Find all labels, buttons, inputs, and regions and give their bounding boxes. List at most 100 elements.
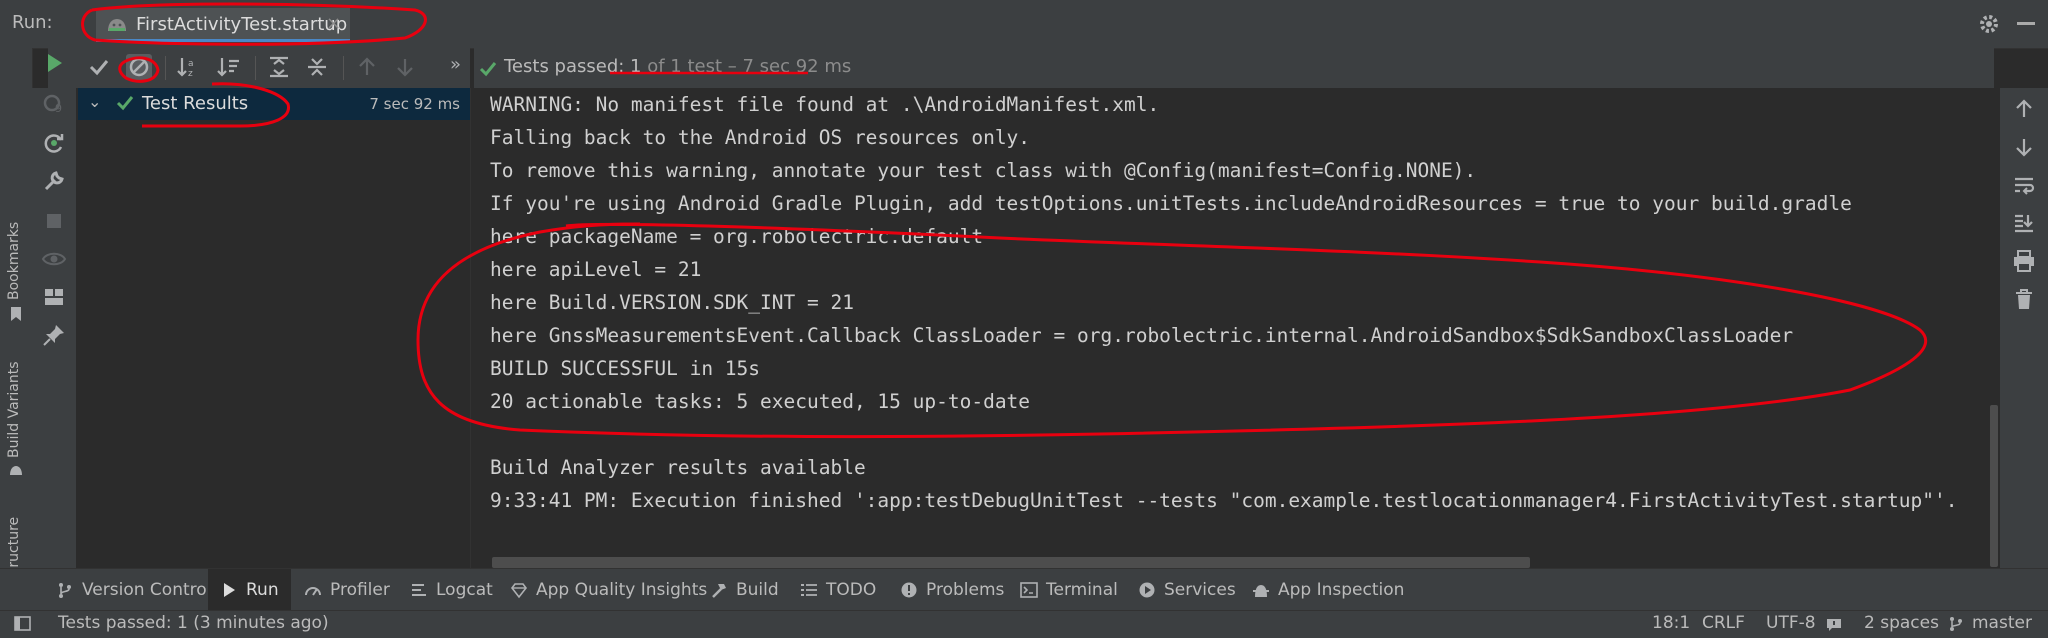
tab-version-control[interactable]: Version Control	[48, 569, 219, 611]
console-line: here apiLevel = 21	[490, 258, 702, 281]
list-icon	[410, 581, 428, 599]
more-actions-icon[interactable]: »	[450, 54, 461, 75]
next-failed-test-icon[interactable]	[392, 54, 418, 80]
tab-profiler[interactable]: Profiler	[298, 569, 396, 611]
warning-circle-icon	[900, 581, 918, 599]
caret-position[interactable]: 18:1	[1652, 613, 1690, 633]
android-icon	[9, 462, 23, 476]
test-results-node[interactable]: ⌄ Test Results 7 sec 92 ms	[78, 88, 470, 120]
line-separator[interactable]: CRLF	[1702, 613, 1745, 633]
branch-icon	[1948, 616, 1964, 632]
toggle-auto-test-icon[interactable]	[41, 130, 67, 156]
passed-check-icon	[478, 59, 498, 79]
build-variants-tab[interactable]: Build Variants	[6, 361, 22, 458]
tests-passed-detail: of 1 test – 7 sec 92 ms	[641, 56, 852, 77]
tab-label: Logcat	[436, 580, 493, 600]
bookmarks-tab[interactable]: Bookmarks	[6, 222, 22, 300]
console-output[interactable]: WARNING: No manifest file found at .\And…	[472, 88, 1990, 568]
console-line: To remove this warning, annotate your te…	[490, 159, 1477, 182]
tab-terminal[interactable]: Terminal	[1014, 569, 1124, 611]
android-studio-run-window: Run: FirstActivityTest.startup × Bookmar…	[0, 0, 2048, 638]
svg-text:z: z	[188, 69, 193, 79]
test-runner-toolbar: az »	[48, 48, 470, 88]
tab-label: Terminal	[1046, 580, 1118, 600]
gauge-icon	[304, 581, 322, 599]
hammer-icon	[710, 581, 728, 599]
play-icon	[220, 581, 238, 599]
tab-app-quality-insights[interactable]: App Quality Insights	[504, 569, 713, 611]
tests-passed-count: 1	[630, 56, 642, 77]
gear-icon[interactable]	[1977, 12, 2001, 36]
rerun-failed-icon[interactable]: 9	[41, 90, 67, 116]
run-tool-window-header: Run: FirstActivityTest.startup ×	[0, 0, 2048, 49]
tests-passed-prefix: Tests passed:	[504, 56, 631, 77]
minimize-icon[interactable]	[2017, 22, 2035, 25]
eye-icon[interactable]	[41, 246, 67, 272]
console-line: 9:33:41 PM: Execution finished ':app:tes…	[490, 489, 1958, 512]
tab-label: TODO	[826, 580, 877, 600]
tool-window-bar: Version Control Run Profiler Logcat App …	[0, 568, 2048, 611]
passed-check-icon	[116, 94, 134, 112]
tab-logcat[interactable]: Logcat	[404, 569, 499, 611]
console-line: WARNING: No manifest file found at .\And…	[490, 93, 1160, 116]
sort-by-duration-icon[interactable]	[216, 54, 242, 80]
console-actions-column	[2000, 88, 2048, 568]
run-configuration-tab[interactable]: FirstActivityTest.startup ×	[96, 8, 350, 42]
expand-all-icon[interactable]	[266, 54, 292, 80]
console-line: If you're using Android Gradle Plugin, a…	[490, 192, 1852, 215]
status-bar: Tests passed: 1 (3 minutes ago) 18:1 CRL…	[0, 610, 2048, 638]
tab-label: Version Control	[82, 580, 212, 600]
left-tool-strip: Bookmarks Build Variants Structure	[0, 48, 33, 602]
scroll-to-end-icon[interactable]	[2011, 210, 2037, 236]
sort-alphabetically-icon[interactable]: az	[176, 54, 202, 80]
run-actions-column: 9	[32, 54, 76, 568]
scroll-up-icon[interactable]	[2011, 96, 2037, 122]
services-icon	[1138, 581, 1156, 599]
chevron-down-icon[interactable]: ⌄	[88, 92, 101, 111]
test-results-tree: ⌄ Test Results 7 sec 92 ms	[78, 88, 471, 568]
previous-failed-test-icon[interactable]	[354, 54, 380, 80]
indent-setting[interactable]: 2 spaces	[1864, 613, 1939, 633]
console-line: Build Analyzer results available	[490, 456, 866, 479]
tab-label: App Quality Insights	[536, 580, 708, 600]
tab-problems[interactable]: Problems	[894, 569, 1010, 611]
show-ignored-icon[interactable]	[126, 54, 152, 80]
console-line: BUILD SUCCESSFUL in 15s	[490, 357, 761, 380]
test-results-label: Test Results	[142, 93, 249, 114]
close-tab-icon[interactable]: ×	[326, 13, 341, 34]
wrench-icon[interactable]	[41, 168, 67, 194]
trash-icon[interactable]	[2011, 286, 2037, 312]
tool-windows-icon[interactable]	[14, 616, 32, 632]
stop-icon[interactable]	[41, 208, 67, 234]
tab-build[interactable]: Build	[704, 569, 785, 611]
print-icon[interactable]	[2011, 248, 2037, 274]
layout-icon[interactable]	[41, 284, 67, 310]
run-tab-label: FirstActivityTest.startup	[136, 14, 348, 35]
inspection-icon	[1252, 581, 1270, 599]
tab-label: App Inspection	[1278, 580, 1405, 600]
tab-todo[interactable]: TODO	[794, 569, 882, 611]
bookmark-icon	[10, 306, 22, 322]
test-duration: 7 sec 92 ms	[369, 95, 460, 113]
rerun-play-icon[interactable]	[41, 50, 67, 76]
tab-label: Profiler	[330, 580, 390, 600]
collapse-all-icon[interactable]	[304, 54, 330, 80]
svg-text:a: a	[188, 59, 194, 69]
vertical-scrollbar[interactable]	[1990, 405, 1998, 567]
tab-app-inspection[interactable]: App Inspection	[1246, 569, 1410, 611]
git-branch[interactable]: master	[1972, 613, 2032, 633]
file-encoding[interactable]: UTF-8	[1766, 613, 1816, 633]
horizontal-scrollbar[interactable]	[492, 557, 1530, 568]
pin-icon[interactable]	[41, 322, 67, 348]
console-line: here packageName = org.robolectric.defau…	[490, 225, 984, 248]
tab-label: Run	[246, 580, 279, 600]
tab-run[interactable]: Run	[208, 569, 291, 611]
diamond-icon	[510, 581, 528, 599]
tab-label: Services	[1164, 580, 1236, 600]
status-message[interactable]: Tests passed: 1 (3 minutes ago)	[58, 613, 329, 633]
tab-services[interactable]: Services	[1132, 569, 1242, 611]
show-passed-icon[interactable]	[86, 54, 112, 80]
scroll-down-icon[interactable]	[2011, 134, 2037, 160]
soft-wrap-icon[interactable]	[2011, 172, 2037, 198]
comment-icon[interactable]	[1826, 617, 1842, 631]
